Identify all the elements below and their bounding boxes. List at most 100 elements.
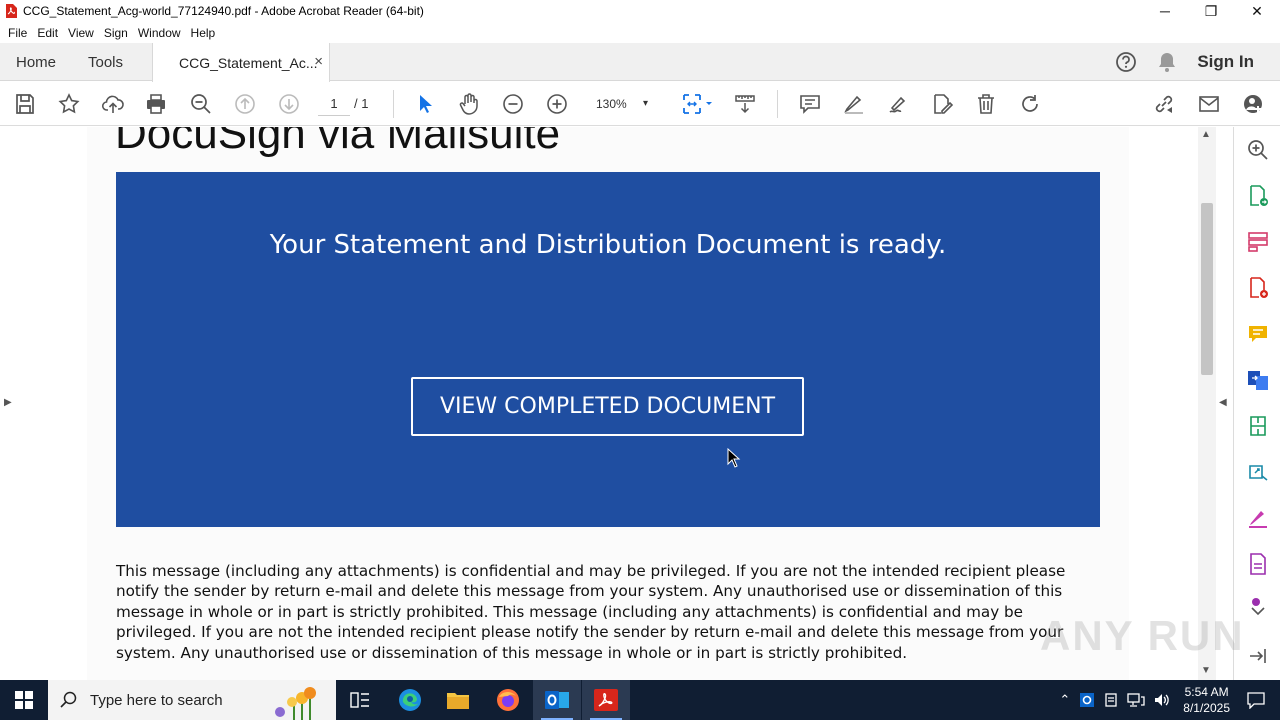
clock-date: 8/1/2025 — [1183, 701, 1230, 715]
taskbar-clock[interactable]: 5:54 AM 8/1/2025 — [1183, 684, 1230, 716]
print-icon[interactable] — [142, 90, 170, 118]
tray-overflow-chevron-icon[interactable]: ⌃ — [1059, 692, 1070, 708]
tab-close-icon[interactable]: × — [314, 53, 323, 70]
tab-tools[interactable]: Tools — [88, 43, 123, 81]
minimize-button[interactable]: ─ — [1142, 0, 1188, 22]
taskbar-search-box[interactable]: Type here to search — [48, 680, 336, 720]
network-icon[interactable] — [1127, 692, 1145, 708]
collapse-right-pane-icon[interactable]: ◀ — [1219, 397, 1227, 408]
sign-in-button[interactable]: Sign In — [1197, 52, 1254, 72]
zoom-search-icon[interactable] — [187, 90, 215, 118]
menu-bar: File Edit View Sign Window Help — [0, 22, 1280, 43]
page-total: / 1 — [354, 96, 369, 111]
rotate-icon[interactable] — [1016, 90, 1044, 118]
volume-icon[interactable] — [1153, 692, 1171, 708]
toolbar-separator — [393, 90, 394, 118]
menu-window[interactable]: Window — [133, 26, 186, 40]
comment-tool-icon[interactable] — [1245, 321, 1271, 347]
window-controls: ─ ❐ ✕ — [1142, 0, 1280, 22]
windows-start-icon[interactable] — [0, 680, 48, 720]
protect-document-icon[interactable] — [1245, 551, 1271, 577]
tray-outlook-icon[interactable] — [1079, 692, 1095, 708]
page-number-input[interactable]: 1 — [318, 92, 350, 116]
request-signature-icon[interactable] — [1245, 505, 1271, 531]
tab-bar: Home Tools CCG_Statement_Ac... × Sign In — [0, 43, 1280, 82]
tab-bar-right: Sign In — [1115, 43, 1280, 81]
select-cursor-icon[interactable] — [411, 90, 439, 118]
task-view-icon[interactable] — [336, 680, 384, 720]
toolbar-separator — [777, 90, 778, 118]
help-icon[interactable] — [1115, 51, 1137, 73]
edit-pdf-icon[interactable] — [928, 90, 956, 118]
acrobat-taskbar-icon[interactable] — [582, 680, 630, 720]
statement-banner: Your Statement and Distribution Document… — [116, 172, 1100, 527]
tab-document[interactable]: CCG_Statement_Ac... × — [152, 43, 330, 82]
menu-file[interactable]: File — [3, 26, 32, 40]
left-panel-strip: ▶ — [0, 127, 17, 680]
menu-help[interactable]: Help — [186, 26, 221, 40]
more-tools-icon[interactable] — [1245, 593, 1271, 619]
combine-files-icon[interactable] — [1245, 367, 1271, 393]
export-pdf-icon[interactable] — [1245, 183, 1271, 209]
confidentiality-disclaimer: This message (including any attachments)… — [116, 562, 1066, 662]
scroll-up-arrow-icon[interactable]: ▲ — [1201, 129, 1211, 140]
upload-cloud-icon[interactable] — [99, 90, 127, 118]
system-tray: ⌃ 5:54 AM 8/1/2025 — [1054, 680, 1280, 720]
create-pdf-icon[interactable] — [1245, 275, 1271, 301]
menu-sign[interactable]: Sign — [99, 26, 133, 40]
anyrun-watermark: ANY RUN — [1040, 612, 1245, 659]
scrollbar-thumb[interactable] — [1201, 203, 1213, 375]
page-heading: DocuSign via Mailsuite — [115, 127, 561, 158]
share-link-icon[interactable] — [1150, 90, 1178, 118]
file-explorer-icon[interactable] — [434, 680, 482, 720]
save-icon[interactable] — [11, 90, 39, 118]
pane-collapse-arrow-icon[interactable] — [1245, 643, 1271, 669]
menu-view[interactable]: View — [63, 26, 99, 40]
chevron-down-icon: ▾ — [642, 98, 648, 109]
email-icon[interactable] — [1195, 90, 1223, 118]
clock-time: 5:54 AM — [1184, 685, 1229, 699]
edge-browser-icon[interactable] — [386, 680, 434, 720]
zoom-out-icon[interactable] — [499, 90, 527, 118]
next-page-icon[interactable] — [275, 90, 303, 118]
scroll-down-arrow-icon[interactable]: ▼ — [1201, 665, 1211, 676]
fill-sign-icon[interactable] — [1245, 459, 1271, 485]
search-zoom-icon[interactable] — [1245, 137, 1271, 163]
tab-home[interactable]: Home — [16, 43, 56, 81]
notification-bell-icon[interactable] — [1157, 51, 1177, 73]
maximize-button[interactable]: ❐ — [1188, 0, 1234, 22]
mouse-pointer-icon — [727, 448, 741, 468]
flowers-decoration-icon — [275, 687, 316, 720]
banner-title: Your Statement and Distribution Document… — [269, 230, 947, 260]
right-tools-pane — [1233, 127, 1280, 680]
tray-device-icon[interactable] — [1103, 692, 1119, 708]
title-bar: CCG_Statement_Acg-world_77124940.pdf - A… — [0, 0, 1280, 22]
prev-page-icon[interactable] — [231, 90, 259, 118]
tab-document-label: CCG_Statement_Ac... — [179, 54, 318, 71]
hand-tool-icon[interactable] — [455, 90, 483, 118]
comment-icon[interactable] — [796, 90, 824, 118]
share-people-icon[interactable] — [1239, 90, 1267, 118]
fit-page-icon[interactable] — [676, 90, 716, 118]
bookmark-star-icon[interactable] — [55, 90, 83, 118]
outlook-icon[interactable] — [533, 680, 581, 720]
menu-edit[interactable]: Edit — [32, 26, 63, 40]
zoom-in-icon[interactable] — [543, 90, 571, 118]
vertical-scrollbar[interactable]: ▲ ▼ — [1198, 127, 1216, 680]
action-center-notification-icon[interactable] — [1246, 691, 1266, 709]
view-completed-document-button[interactable]: VIEW COMPLETED DOCUMENT — [411, 377, 804, 436]
compress-pdf-icon[interactable] — [1245, 413, 1271, 439]
zoom-level-dropdown[interactable]: 130% ▾ — [590, 92, 654, 116]
acrobat-window: CCG_Statement_Acg-world_77124940.pdf - A… — [0, 0, 1280, 720]
search-icon — [60, 691, 77, 708]
scroll-mode-icon[interactable] — [731, 90, 759, 118]
highlight-pen-icon[interactable] — [840, 90, 868, 118]
draw-sign-icon[interactable] — [884, 90, 912, 118]
close-button[interactable]: ✕ — [1234, 0, 1280, 22]
expand-left-pane-icon[interactable]: ▶ — [4, 397, 12, 408]
document-viewport[interactable]: ▶ DocuSign via Mailsuite Your Statement … — [0, 127, 1232, 680]
delete-trash-icon[interactable] — [972, 90, 1000, 118]
organize-pages-icon[interactable] — [1245, 229, 1271, 255]
main-toolbar: 1 / 1 130% ▾ — [0, 82, 1280, 126]
firefox-icon[interactable] — [484, 680, 532, 720]
